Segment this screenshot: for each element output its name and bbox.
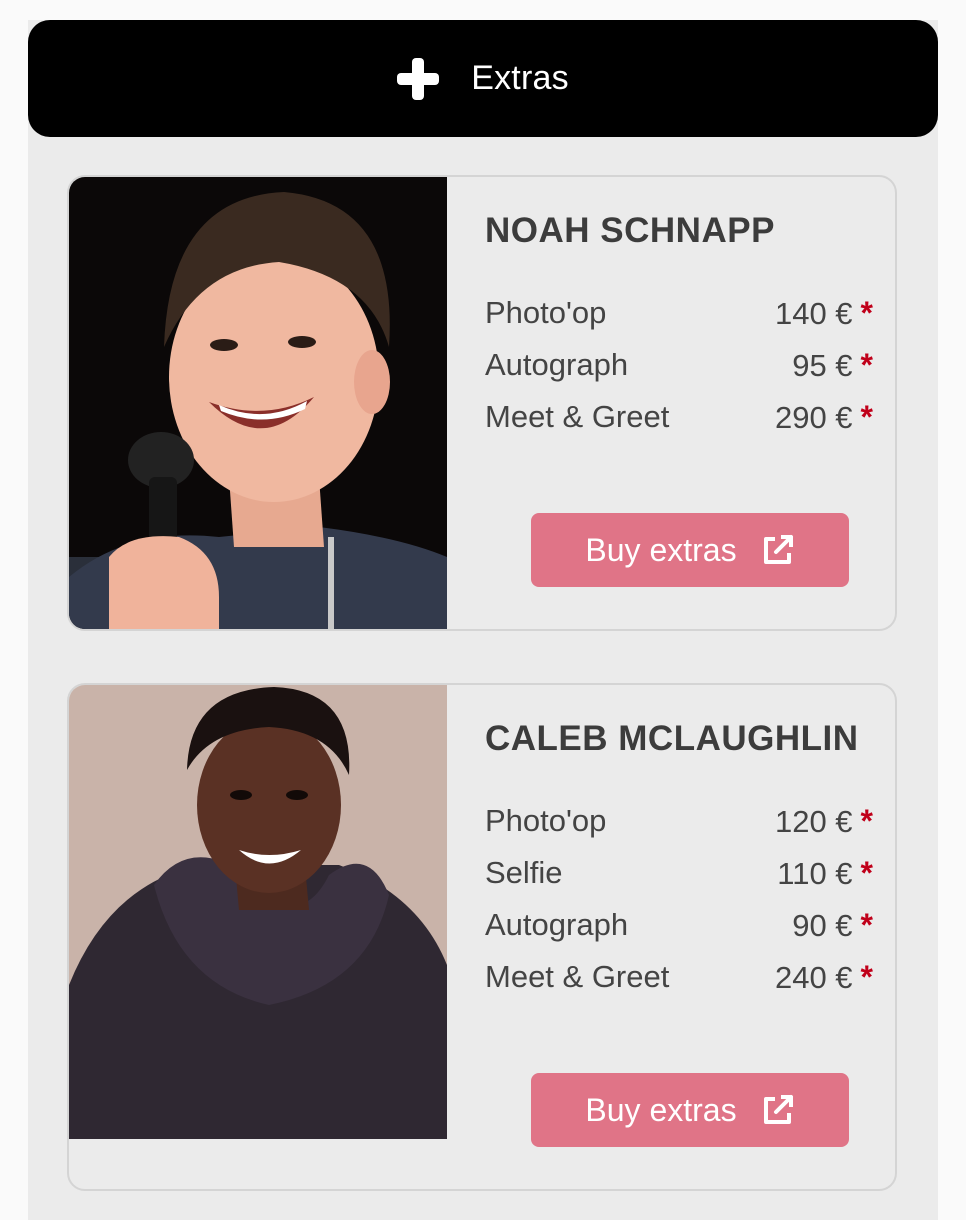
extra-label: Photo'op <box>485 803 607 838</box>
extra-label: Autograph <box>485 907 629 942</box>
guest-name: CALEB MCLAUGHLIN <box>485 719 859 758</box>
required-asterisk: * <box>860 802 873 839</box>
guest-card: NOAH SCHNAPP Photo'op 140 € * Autograph 9… <box>67 175 897 631</box>
plus-icon <box>397 57 440 100</box>
extra-price: 110 € <box>777 855 853 891</box>
guest-photo <box>69 685 447 1139</box>
required-asterisk: * <box>860 346 873 383</box>
extra-price: 120 € <box>774 803 853 839</box>
buy-extras-label: Buy extras <box>585 1091 737 1128</box>
required-asterisk: * <box>860 854 873 891</box>
extra-price: 240 € <box>774 959 853 995</box>
external-link-icon <box>763 1095 793 1124</box>
price-row: Photo'op 140 € * <box>485 287 873 339</box>
extras-header[interactable]: Extras <box>28 20 938 137</box>
price-row: Autograph 95 € * <box>485 339 873 391</box>
header-title: Extras <box>471 59 569 97</box>
price-row: Photo'op 120 € * <box>485 795 873 847</box>
external-link-icon <box>763 535 793 564</box>
required-asterisk: * <box>860 958 873 995</box>
guest-card: CALEB MCLAUGHLIN Photo'op 120 € * Selfie … <box>67 683 897 1191</box>
buy-extras-button[interactable]: Buy extras <box>531 1073 849 1147</box>
extra-price: 90 € <box>792 907 853 943</box>
extra-label: Photo'op <box>485 295 607 330</box>
extra-price: 290 € <box>774 399 853 435</box>
extra-label: Selfie <box>485 855 563 890</box>
extra-label: Autograph <box>485 347 629 382</box>
price-row: Meet & Greet 240 € * <box>485 951 873 1003</box>
guest-name: NOAH SCHNAPP <box>485 211 775 250</box>
required-asterisk: * <box>860 398 873 435</box>
price-row: Autograph 90 € * <box>485 899 873 951</box>
required-asterisk: * <box>860 294 873 331</box>
buy-extras-button[interactable]: Buy extras <box>531 513 849 587</box>
buy-extras-label: Buy extras <box>585 531 737 568</box>
extra-label: Meet & Greet <box>485 959 670 994</box>
extra-label: Meet & Greet <box>485 399 670 434</box>
guest-photo <box>69 177 447 629</box>
price-row: Selfie 110 € * <box>485 847 873 899</box>
price-row: Meet & Greet 290 € * <box>485 391 873 443</box>
extra-price: 95 € <box>792 347 853 383</box>
extra-price: 140 € <box>774 295 853 331</box>
required-asterisk: * <box>860 906 873 943</box>
